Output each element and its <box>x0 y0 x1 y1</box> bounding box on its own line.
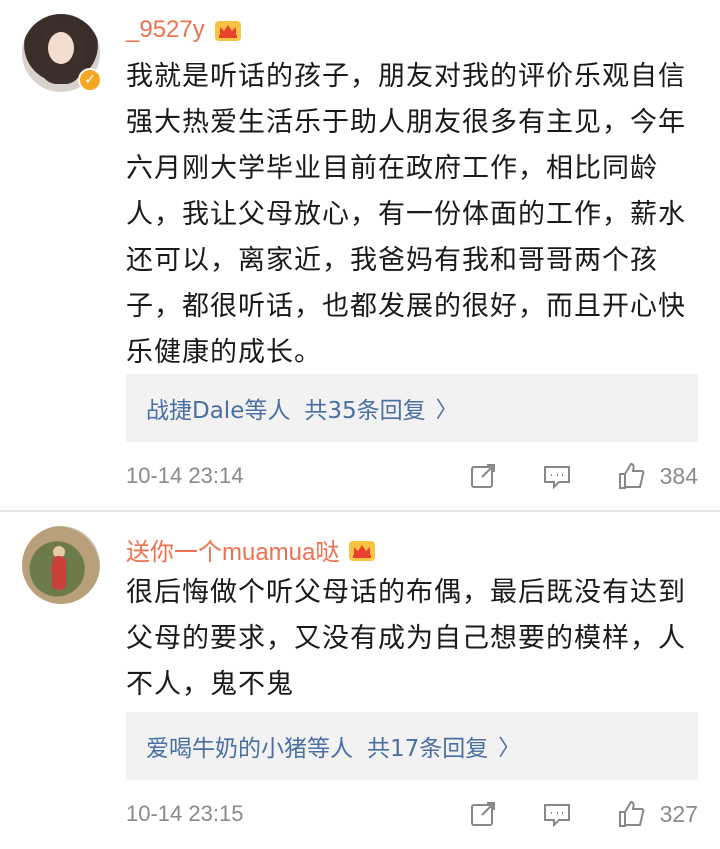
replies-link[interactable]: 战捷Dale等人 共35条回复 〉 <box>126 374 698 442</box>
replies-names: 爱喝牛奶的小猪等人 <box>146 736 353 762</box>
username[interactable]: 送你一个muamua哒 <box>126 532 377 567</box>
share-icon[interactable] <box>468 461 498 491</box>
username[interactable]: _9527y <box>126 16 243 44</box>
crown-icon <box>347 537 377 563</box>
chevron-right-icon: 〉 <box>498 736 521 761</box>
like-count: 384 <box>659 462 698 489</box>
comment-item: ✓ _9527y 我就是听话的孩子，朋友对我的评价乐观自信强大热爱生活乐于助人朋… <box>0 0 720 510</box>
timestamp: 10-14 23:15 <box>126 801 244 826</box>
comment-item: 送你一个muamua哒 很后悔做个听父母话的布偶，最后既没有达到父母的要求，又没… <box>0 512 720 849</box>
replies-count: 共17条回复 <box>367 736 489 762</box>
comment-text: 我就是听话的孩子，朋友对我的评价乐观自信强大热爱生活乐于助人朋友很多有主见，今年… <box>126 61 686 368</box>
verified-badge-icon: ✓ <box>78 68 102 92</box>
chevron-right-icon: 〉 <box>435 398 458 423</box>
timestamp: 10-14 23:14 <box>126 463 244 488</box>
replies-names: 战捷Dale等人 <box>146 398 291 424</box>
share-icon[interactable] <box>468 799 498 829</box>
like-icon[interactable] <box>616 799 646 829</box>
like-count: 327 <box>659 800 698 827</box>
crown-icon <box>213 17 243 43</box>
replies-count: 共35条回复 <box>304 398 426 424</box>
comment-icon[interactable] <box>542 799 572 829</box>
comment-text: 很后悔做个听父母话的布偶，最后既没有达到父母的要求，又没有成为自己想要的模样，人… <box>126 577 686 700</box>
replies-link[interactable]: 爱喝牛奶的小猪等人 共17条回复 〉 <box>126 712 698 780</box>
like-icon[interactable] <box>616 461 646 491</box>
comment-icon[interactable] <box>542 461 572 491</box>
comment-meta: 10-14 23:14 384 <box>126 456 698 496</box>
avatar[interactable] <box>22 526 100 604</box>
comment-meta: 10-14 23:15 327 <box>126 794 698 834</box>
